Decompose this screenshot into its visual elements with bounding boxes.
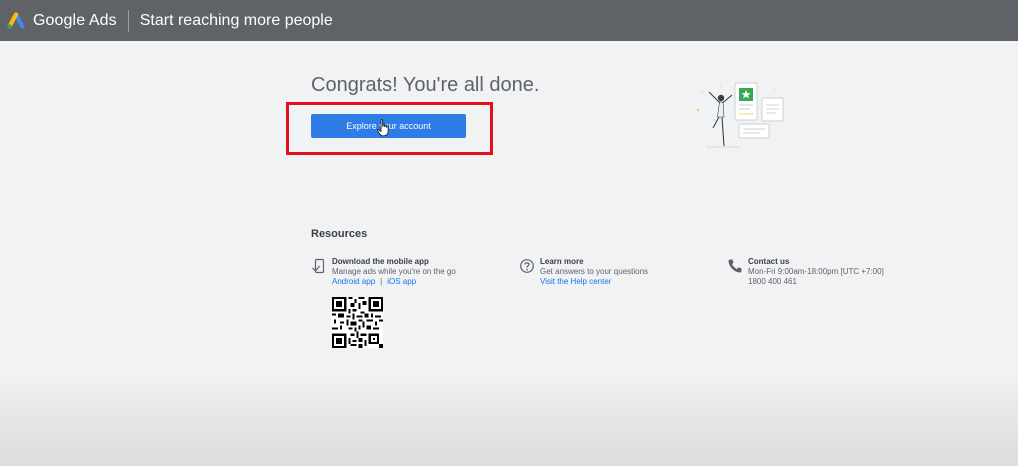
resource-mobile-app: Download the mobile app Manage ads while… [311, 257, 456, 287]
learn-more-title: Learn more [540, 257, 584, 266]
resource-learn-more: Learn more Get answers to your questions… [519, 257, 648, 287]
contact-us-title: Contact us [748, 257, 790, 266]
app-links: Android app | iOS app [332, 277, 456, 287]
contact-us-text: Contact us Mon-Fri 9:00am-18:00pm [UTC +… [748, 257, 884, 287]
learn-more-desc: Get answers to your questions [540, 267, 649, 276]
mobile-app-desc: Manage ads while you're on the go [332, 267, 456, 276]
help-center-link[interactable]: Visit the Help center [540, 277, 611, 286]
hand-pointer-cursor-icon [377, 119, 389, 137]
brand-name[interactable]: Google Ads [33, 12, 117, 30]
page-title: Start reaching more people [139, 11, 333, 29]
mobile-phone-icon [312, 258, 325, 274]
resource-contact-us: Contact us Mon-Fri 9:00am-18:00pm [UTC +… [727, 257, 884, 287]
ios-app-link[interactable]: iOS app [387, 277, 416, 286]
google-ads-logo-icon[interactable] [6, 11, 26, 30]
help-circle-icon [520, 259, 534, 273]
header-divider [127, 9, 129, 32]
mobile-app-title: Download the mobile app [332, 257, 429, 266]
contact-phone: 1800 400 461 [748, 277, 797, 286]
celebration-illustration [697, 82, 784, 148]
learn-more-text: Learn more Get answers to your questions… [540, 257, 648, 287]
qr-code-icon [332, 297, 383, 348]
android-app-link[interactable]: Android app [332, 277, 375, 286]
contact-hours: Mon-Fri 9:00am-18:00pm [UTC +7:00] [748, 267, 884, 276]
top-bar: Google Ads Start reaching more people [0, 0, 1018, 41]
congrats-heading: Congrats! You're all done. [311, 74, 540, 96]
link-separator: | [380, 277, 383, 286]
mobile-app-text: Download the mobile app Manage ads while… [332, 257, 456, 287]
resources-heading: Resources [311, 228, 368, 240]
phone-icon [728, 259, 742, 273]
